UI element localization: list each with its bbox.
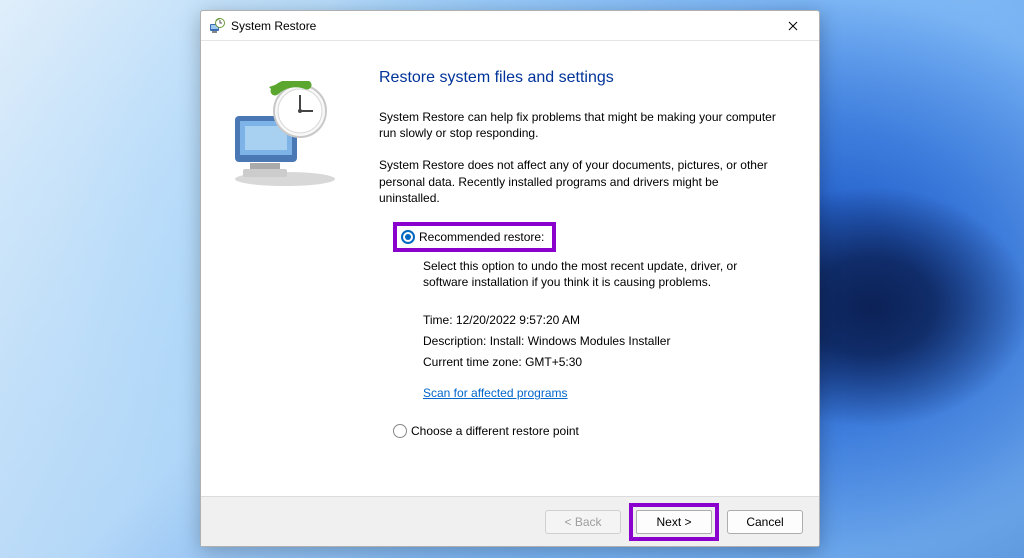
dialog-body: Restore system files and settings System…	[201, 41, 819, 496]
recommended-option: Recommended restore: Select this option …	[393, 222, 801, 404]
cancel-button[interactable]: Cancel	[727, 510, 803, 534]
radio-recommended[interactable]	[401, 230, 415, 244]
detail-description: Description: Install: Windows Modules In…	[423, 331, 801, 352]
sidebar	[215, 51, 375, 496]
intro-text: System Restore can help fix problems tha…	[379, 109, 779, 141]
dialog-footer: < Back Next > Cancel	[201, 496, 819, 546]
app-icon	[209, 18, 225, 34]
radio-different[interactable]	[393, 424, 407, 438]
next-button[interactable]: Next >	[636, 510, 712, 534]
recommended-desc: Select this option to undo the most rece…	[423, 258, 763, 290]
close-button[interactable]	[773, 12, 813, 40]
restore-details: Time: 12/20/2022 9:57:20 AM Description:…	[423, 310, 801, 404]
info-text: System Restore does not affect any of yo…	[379, 157, 779, 206]
highlight-recommended: Recommended restore:	[393, 222, 556, 252]
titlebar: System Restore	[201, 11, 819, 41]
system-restore-dialog: System Restore	[200, 10, 820, 547]
detail-timezone: Current time zone: GMT+5:30	[423, 352, 801, 373]
scan-affected-link[interactable]: Scan for affected programs	[423, 383, 568, 404]
back-button: < Back	[545, 510, 621, 534]
highlight-next: Next >	[629, 503, 719, 541]
restore-illustration	[215, 81, 345, 191]
detail-time: Time: 12/20/2022 9:57:20 AM	[423, 310, 801, 331]
different-option[interactable]: Choose a different restore point	[393, 424, 801, 438]
window-title: System Restore	[231, 19, 316, 33]
recommended-label[interactable]: Recommended restore:	[419, 230, 544, 244]
content-area: Restore system files and settings System…	[375, 51, 801, 496]
page-title: Restore system files and settings	[379, 69, 801, 87]
different-label[interactable]: Choose a different restore point	[411, 424, 579, 438]
close-icon	[788, 21, 798, 31]
